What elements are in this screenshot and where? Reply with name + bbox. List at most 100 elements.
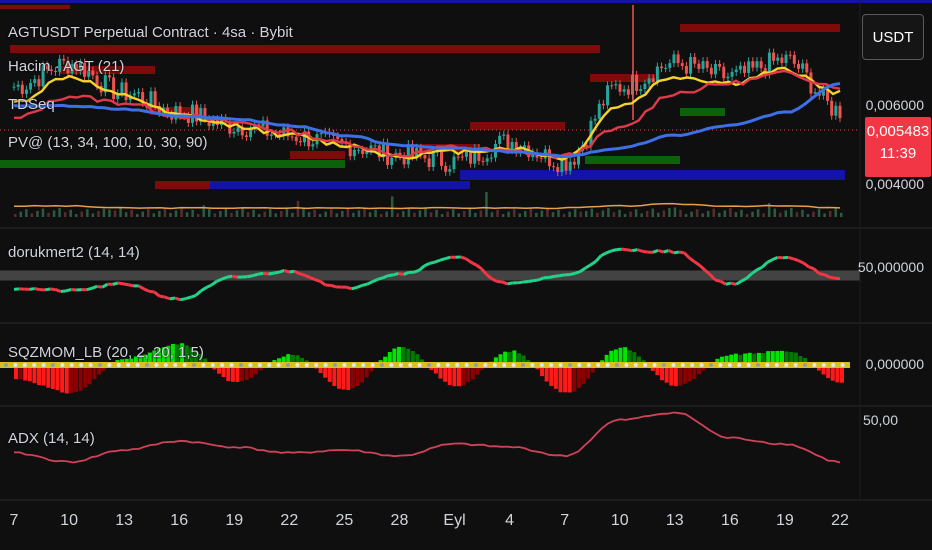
candle (655, 66, 659, 82)
candle (112, 77, 116, 100)
squeeze-dot (680, 363, 685, 367)
chart-canvas[interactable] (0, 0, 932, 550)
volume-bar (324, 211, 327, 217)
candle (269, 134, 273, 136)
dorukmert-segment (34, 287, 41, 292)
volume-bar (385, 211, 388, 217)
candle (361, 149, 365, 154)
volume-bar (723, 210, 727, 217)
volume-bar (684, 214, 688, 217)
volume-bar (701, 213, 704, 217)
sqzmom-bar (452, 365, 457, 387)
volume-bar (440, 214, 444, 217)
volume-bar (135, 214, 139, 217)
volume-bar (828, 211, 832, 217)
dorukmert-segment (444, 255, 451, 261)
dorukmert-segment (517, 280, 524, 285)
dorukmert-segment (616, 247, 622, 252)
volume-bar (30, 213, 34, 217)
squeeze-dot (549, 363, 554, 367)
squeeze-dot (821, 363, 826, 367)
dorukmert-segment (626, 248, 633, 253)
volume-bar (213, 213, 217, 217)
dorukmert-segment (185, 295, 192, 301)
candle (747, 61, 751, 73)
volume-bar (756, 209, 760, 217)
dorukmert-segment (600, 251, 607, 257)
volume-bar (224, 208, 228, 217)
volume-bar (241, 208, 244, 217)
level-bar (0, 5, 70, 9)
volume-bar (784, 210, 788, 217)
squeeze-dot (22, 363, 27, 367)
x-tick-label: 19 (776, 512, 794, 529)
volume-bar (119, 208, 122, 217)
candle (626, 89, 630, 95)
candle (618, 84, 622, 92)
level-bar (210, 181, 470, 189)
sqzmom-bar (83, 365, 88, 388)
dorukmert-segment (429, 260, 436, 265)
squeeze-dot (445, 363, 450, 367)
volume-bar (352, 212, 355, 217)
candle (722, 66, 726, 79)
dorukmert-segment (351, 286, 358, 291)
candle (730, 71, 734, 77)
volume-bar (357, 210, 361, 217)
candle (713, 63, 717, 75)
volume-bar (113, 210, 117, 217)
squeeze-dot (662, 363, 666, 367)
dorukmert-segment (200, 286, 208, 293)
candle (838, 105, 842, 119)
squeeze-dot (361, 363, 366, 367)
squeeze-dot (32, 363, 37, 367)
candle (597, 103, 601, 119)
candle (689, 57, 693, 74)
candle (593, 118, 597, 121)
dorukmert-segment (283, 268, 290, 274)
squeeze-dot (370, 363, 375, 367)
sqzmom-bar (46, 365, 51, 388)
dorukmert-segment (693, 260, 701, 267)
volume-bar (640, 213, 643, 217)
candle (788, 54, 792, 56)
volume-bar (413, 212, 416, 217)
squeeze-dot (699, 363, 704, 367)
dorukmert-segment (434, 258, 441, 264)
volume-bar (551, 212, 555, 217)
candle (120, 82, 124, 94)
candle (780, 57, 784, 63)
dorukmert-segment (528, 279, 534, 283)
volume-bar (318, 214, 322, 217)
dorukmert-segment (797, 259, 805, 265)
squeeze-dot (624, 363, 629, 367)
x-tick-label: 4 (505, 512, 515, 529)
dorukmert-segment (148, 289, 155, 294)
candle (556, 167, 560, 172)
candle (319, 133, 323, 135)
x-tick-label: 10 (610, 512, 629, 529)
volume-bar (690, 211, 693, 217)
squeeze-dot (539, 363, 544, 367)
volume-bar (573, 209, 577, 217)
candle (510, 142, 514, 150)
dorukmert-segment (683, 251, 691, 259)
current-price: 0,005483 (866, 123, 930, 140)
volume-bar (762, 213, 765, 217)
candle (834, 105, 838, 116)
dorukmert-segment (584, 263, 592, 270)
volume-bar (706, 211, 710, 217)
volume-bar (19, 211, 23, 217)
volume-bar (418, 210, 422, 217)
volume-bar (496, 209, 499, 217)
squeeze-dot (511, 363, 516, 367)
candle-countdown: 11:39 (879, 145, 917, 162)
squeeze-dot (304, 363, 309, 367)
x-tick-label: 22 (831, 512, 849, 529)
volume-bar (568, 211, 571, 217)
candle (672, 54, 676, 64)
volume-bar (557, 209, 560, 217)
volume-bar (584, 211, 588, 217)
currency-button[interactable]: USDT (862, 14, 924, 60)
volume-bar (180, 208, 183, 217)
